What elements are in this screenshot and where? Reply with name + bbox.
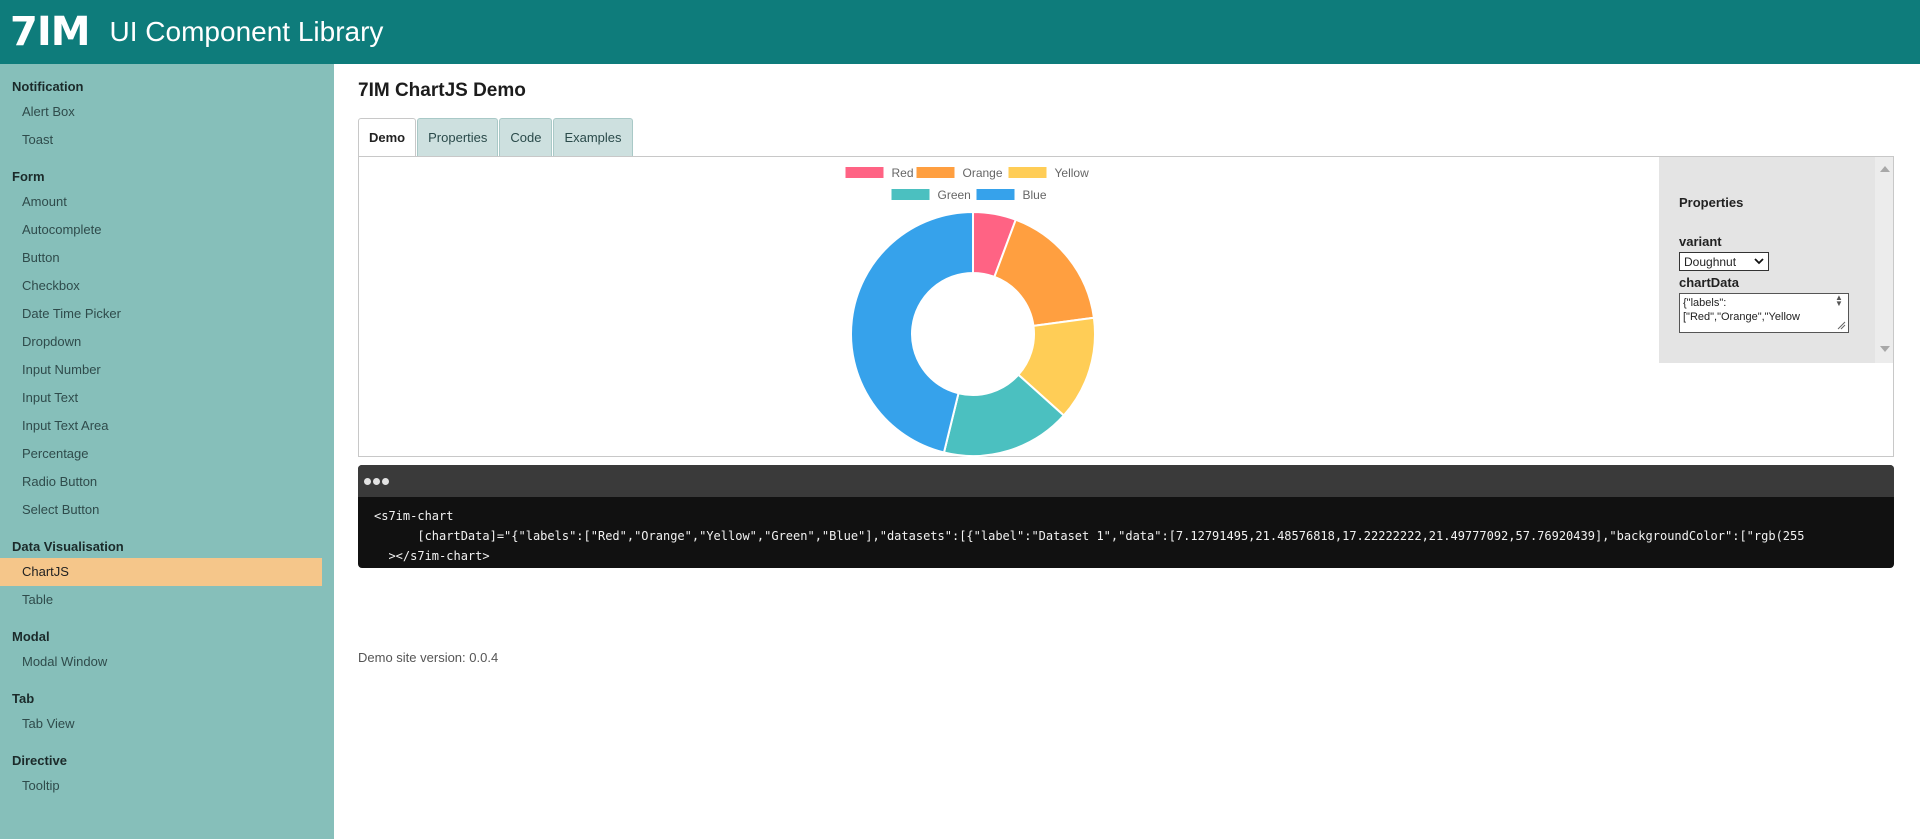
legend-swatch — [916, 167, 955, 178]
sidebar-item-radio-button[interactable]: Radio Button — [0, 468, 322, 496]
code-block: <s7im-chart [chartData]="{"labels":["Red… — [358, 465, 1894, 568]
sidebar-item-button[interactable]: Button — [0, 244, 322, 272]
legend-swatch — [1008, 167, 1047, 178]
legend-swatch — [976, 189, 1015, 200]
legend-label: Red — [892, 166, 914, 180]
logo[interactable]: 7IM — [10, 9, 91, 55]
legend-item-orange[interactable]: Orange — [916, 166, 1003, 180]
sidebar-item-modal-window[interactable]: Modal Window — [0, 648, 322, 676]
tab-code[interactable]: Code — [499, 118, 553, 156]
sidebar-item-date-time-picker[interactable]: Date Time Picker — [0, 300, 322, 328]
chevron-down-icon — [1754, 258, 1764, 265]
sidebar-item-chartjs[interactable]: ChartJS — [0, 558, 322, 586]
code-line-3: ></s7im-chart> — [374, 549, 490, 563]
legend-label: Yellow — [1055, 166, 1090, 180]
legend-label: Orange — [963, 166, 1003, 180]
code-block-header — [358, 465, 1894, 497]
tab-properties[interactable]: Properties — [417, 118, 499, 156]
demo-panel: Red Orange Yellow Green Blue Properties vari… — [358, 156, 1894, 457]
properties-panel: Properties variant Doughnut chartData {"… — [1659, 157, 1875, 363]
legend-item-blue[interactable]: Blue — [976, 188, 1047, 202]
app-title: UI Component Library — [109, 16, 384, 47]
scroll-up-icon[interactable] — [1880, 166, 1890, 172]
sidebar-item-select-button[interactable]: Select Button — [0, 496, 322, 524]
legend-label: Green — [938, 188, 971, 202]
code-line-2: [chartData]="{"labels":["Red","Orange","… — [374, 529, 1805, 543]
properties-scrollbar[interactable] — [1875, 157, 1893, 363]
sidebar-item-amount[interactable]: Amount — [0, 188, 322, 216]
sidebar-item-dropdown[interactable]: Dropdown — [0, 328, 322, 356]
chart-data-textarea[interactable]: {"labels": ["Red","Orange","Yellow ▲ ▼ — [1679, 293, 1849, 333]
sidebar-item-input-number[interactable]: Input Number — [0, 356, 322, 384]
properties-title: Properties — [1679, 195, 1744, 210]
dot-icon — [382, 477, 389, 485]
sidebar-item-percentage[interactable]: Percentage — [0, 440, 322, 468]
sidebar-item-autocomplete[interactable]: Autocomplete — [0, 216, 322, 244]
legend-item-green[interactable]: Green — [891, 188, 971, 202]
legend-swatch — [891, 189, 930, 200]
variant-select[interactable]: Doughnut — [1679, 252, 1769, 271]
tab-bar: Demo Properties Code Examples — [358, 118, 1898, 156]
variant-value: Doughnut — [1684, 254, 1737, 269]
page-title: 7IM ChartJS Demo — [358, 80, 526, 101]
textarea-spinner-icon[interactable]: ▲ ▼ — [1832, 294, 1846, 308]
top-bar: 7IM UI Component Library — [0, 0, 1920, 64]
version-text: Demo site version: 0.0.4 — [358, 650, 499, 665]
sidebar-item-input-text-area[interactable]: Input Text Area — [0, 412, 322, 440]
legend-item-yellow[interactable]: Yellow — [1008, 166, 1090, 180]
sidebar-section-title: Directive — [12, 753, 67, 768]
chart-slice-orange[interactable] — [993, 218, 1096, 327]
tab-examples[interactable]: Examples — [553, 118, 633, 156]
sidebar-section-title: Data Visualisation — [12, 539, 124, 554]
resize-grip-icon[interactable] — [1836, 320, 1846, 330]
tab-demo[interactable]: Demo — [358, 118, 417, 156]
sidebar-item-table[interactable]: Table — [0, 586, 322, 614]
sidebar-section-title: Form — [12, 169, 45, 184]
main-content: 7IM ChartJS Demo Demo Properties Code Examp… — [358, 64, 1898, 665]
sidebar-item-tooltip[interactable]: Tooltip — [0, 772, 322, 800]
chart-data-label: chartData — [1679, 275, 1739, 290]
code-content: <s7im-chart [chartData]="{"labels":["Red… — [358, 497, 1894, 566]
scroll-down-icon[interactable] — [1880, 346, 1890, 352]
legend-label: Blue — [1023, 188, 1047, 202]
doughnut-chart: Red Orange Yellow Green Blue — [845, 166, 1096, 457]
sidebar-item-tab-view[interactable]: Tab View — [0, 710, 322, 738]
sidebar-item-input-text[interactable]: Input Text — [0, 384, 322, 412]
dot-icon — [373, 477, 380, 485]
sidebar-item-checkbox[interactable]: Checkbox — [0, 272, 322, 300]
legend-item-red[interactable]: Red — [845, 166, 914, 180]
sidebar-section-title: Modal — [12, 629, 50, 644]
sidebar: Notification Alert Box Toast Form Amount Auto… — [0, 64, 334, 839]
sidebar-section-title: Notification — [12, 79, 84, 94]
sidebar-item-alert-box[interactable]: Alert Box — [0, 98, 322, 126]
variant-label: variant — [1679, 234, 1722, 249]
code-line-1: <s7im-chart — [374, 509, 454, 523]
sidebar-item-toast[interactable]: Toast — [0, 126, 322, 154]
legend-swatch — [845, 167, 884, 178]
dot-icon — [364, 477, 371, 485]
sidebar-section-title: Tab — [12, 691, 35, 706]
chart-data-value: {"labels": ["Red","Orange","Yellow — [1683, 297, 1800, 323]
